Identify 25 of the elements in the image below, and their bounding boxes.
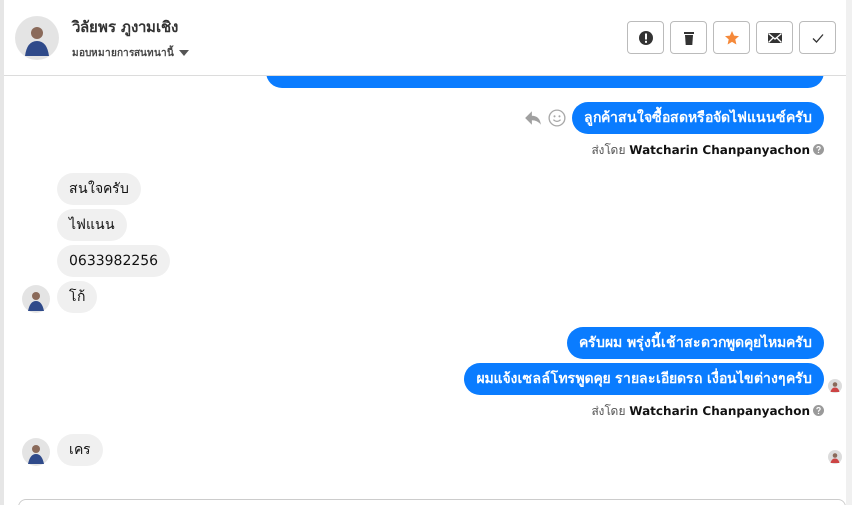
message-bubble: 0633982256: [57, 245, 170, 277]
alert-button[interactable]: [627, 21, 664, 54]
mail-button[interactable]: [756, 21, 793, 54]
star-button[interactable]: [713, 21, 750, 54]
emoji-icon[interactable]: [548, 109, 566, 127]
message-bubble: ครับผม พรุ่งนี้เช้าสะดวกพูดคุยไหมครับ: [567, 327, 824, 359]
assign-dropdown[interactable]: มอบหมายการสนทนานี้: [72, 45, 189, 60]
message-bubble: ลูกค้าสนใจซื้อสดหรือจัดไฟแนนซ์ครับ: [572, 102, 824, 134]
contact-name: วิลัยพร ภูงามเชิง: [72, 17, 180, 38]
delete-button[interactable]: [670, 21, 707, 54]
alert-icon: [638, 30, 654, 46]
star-icon: [724, 30, 740, 46]
avatar-icon: [15, 16, 59, 60]
done-button[interactable]: [799, 21, 836, 54]
sent-by-label: ส่งโดย Watcharin Chanpanyachon: [591, 403, 810, 420]
message-bubble: ไฟแนน: [57, 209, 127, 241]
help-icon[interactable]: [813, 144, 824, 155]
sent-by-label: ส่งโดย Watcharin Chanpanyachon: [591, 142, 810, 159]
help-icon[interactable]: [813, 405, 824, 416]
message-bubble: สนใจครับ: [57, 173, 141, 205]
message-bubble: ผมแจ้งเซลล์โทรพูดคุย รายละเอียดรถ เงื่อนไขต่างๆครับ: [464, 363, 824, 395]
message-bubble: โก้: [57, 281, 97, 313]
message-bubble: เคร: [57, 434, 103, 466]
caret-icon: [179, 50, 189, 56]
reply-icon[interactable]: [524, 109, 542, 127]
